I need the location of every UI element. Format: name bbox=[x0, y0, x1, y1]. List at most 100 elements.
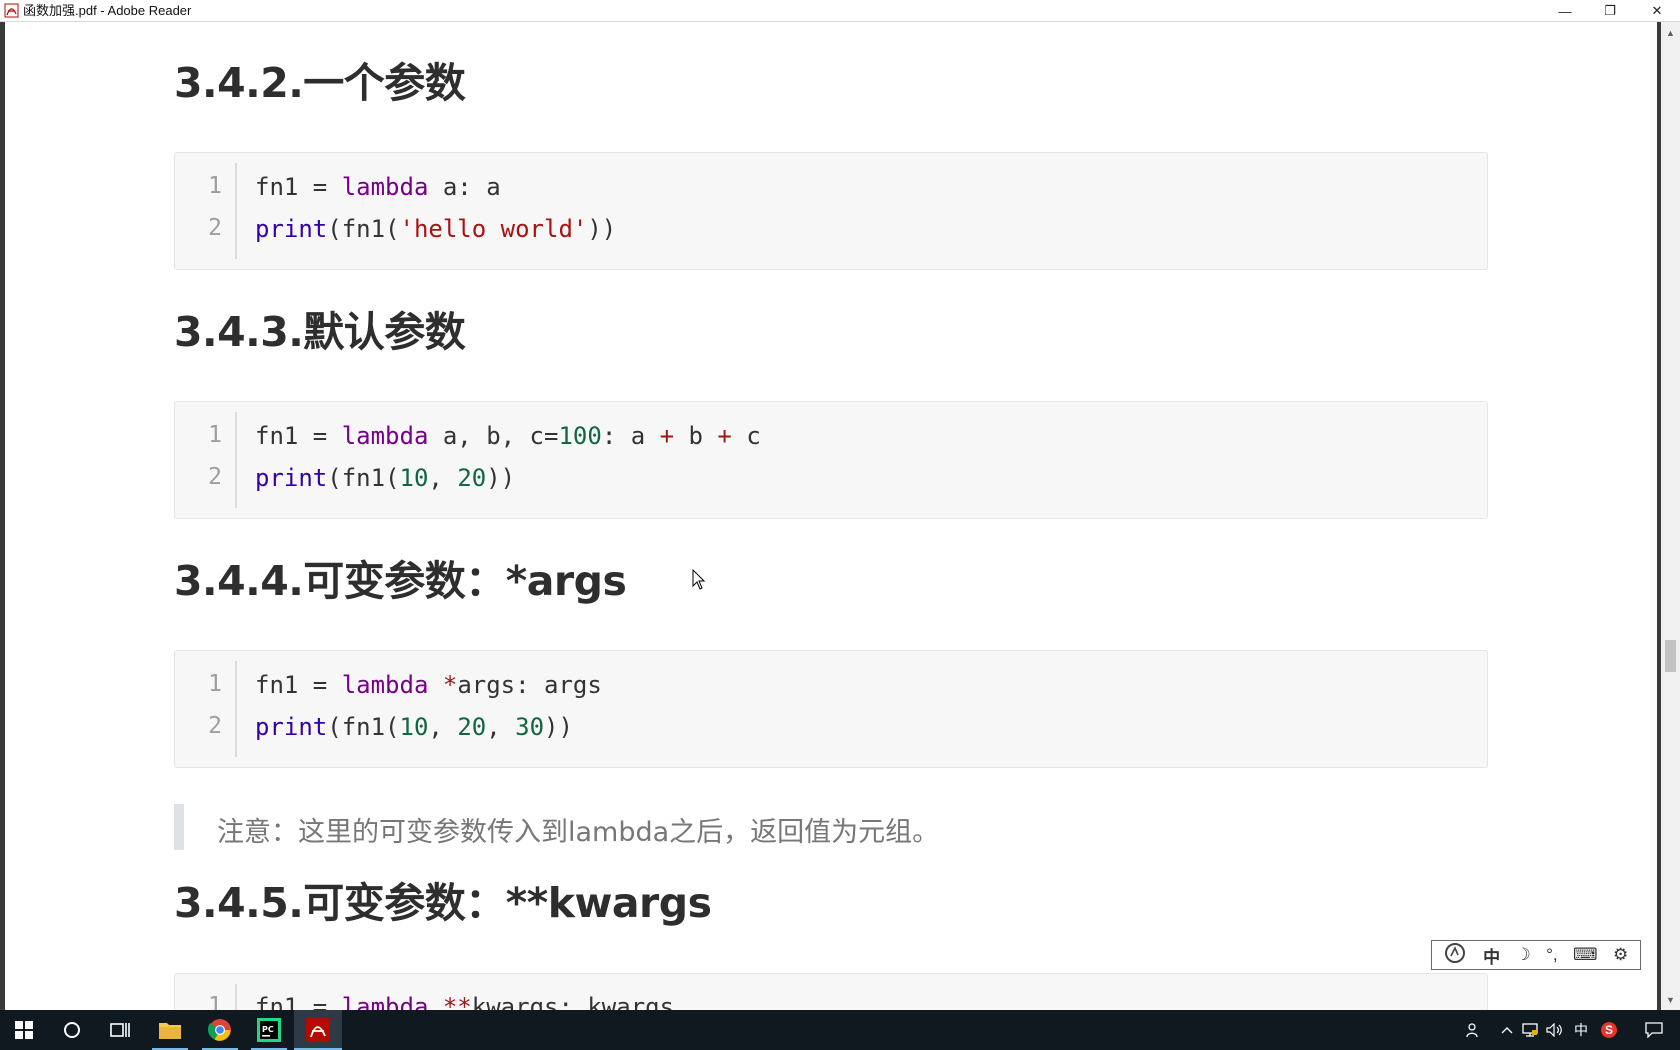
code-token: b bbox=[674, 422, 718, 450]
network-icon[interactable] bbox=[1519, 1010, 1541, 1050]
sogou-ime-icon[interactable]: S bbox=[1597, 1010, 1621, 1050]
ime-logo-icon[interactable] bbox=[1444, 942, 1468, 969]
code-token: : a bbox=[601, 422, 660, 450]
gutter-divider bbox=[235, 163, 237, 259]
vertical-scrollbar[interactable]: ▲ ▼ bbox=[1661, 22, 1680, 1010]
heading-3-4-2: 3.4.2.一个参数 bbox=[174, 59, 466, 107]
code-block[interactable]: 1 fn1 = lambda a, b, c=100: a + b + c 2 … bbox=[174, 401, 1488, 519]
code-token: * bbox=[442, 671, 458, 699]
line-number: 2 bbox=[208, 713, 222, 739]
code-token: kwargs: kwargs bbox=[471, 993, 675, 1010]
code-token: 20 bbox=[457, 713, 487, 741]
chrome-icon bbox=[208, 1019, 231, 1041]
ime-mode-toggle[interactable]: 中 bbox=[1483, 943, 1500, 968]
mouse-cursor-icon bbox=[692, 569, 706, 590]
moon-icon[interactable]: ☽ bbox=[1515, 945, 1530, 965]
punctuation-toggle[interactable]: °, bbox=[1546, 945, 1558, 965]
code-block[interactable]: 1 fn1 = lambda *args: args 2 print(fn1(1… bbox=[174, 650, 1488, 768]
code-token: )) bbox=[587, 215, 617, 243]
page-shadow-left bbox=[0, 22, 5, 1010]
code-token: a, b, c= bbox=[428, 422, 559, 450]
taskbar-file-explorer[interactable] bbox=[146, 1010, 194, 1050]
title-bar: 函数加强.pdf - Adobe Reader — ❐ ✕ bbox=[0, 0, 1680, 22]
code-token: 'hello world' bbox=[399, 215, 588, 243]
heading-3-4-5: 3.4.5.可变参数：**kwargs bbox=[174, 879, 712, 927]
document-viewport[interactable]: 3.4.2.一个参数 1 fn1 = lambda a: a 2 print(f… bbox=[0, 22, 1680, 1010]
scroll-up-arrow[interactable]: ▲ bbox=[1661, 24, 1680, 41]
taskbar-chrome[interactable] bbox=[196, 1010, 244, 1050]
input-language-indicator[interactable]: 中 bbox=[1570, 1010, 1592, 1050]
code-line: fn1 = lambda a: a bbox=[255, 173, 501, 201]
code-token: )) bbox=[486, 464, 516, 492]
windows-logo-icon bbox=[15, 1021, 33, 1039]
heading-3-4-4: 3.4.4.可变参数：*args bbox=[174, 557, 627, 605]
code-token: fn1 = bbox=[255, 422, 342, 450]
code-token: (fn1( bbox=[327, 215, 400, 243]
code-token: + bbox=[717, 422, 732, 450]
code-token: , bbox=[486, 713, 516, 741]
line-gutter bbox=[175, 153, 236, 269]
minimize-button[interactable]: — bbox=[1542, 0, 1588, 22]
code-token: print bbox=[255, 215, 328, 243]
volume-icon[interactable] bbox=[1544, 1010, 1566, 1050]
task-view-button[interactable] bbox=[96, 1010, 144, 1050]
task-view-icon bbox=[110, 1023, 130, 1037]
taskbar-pycharm[interactable]: PC bbox=[245, 1010, 293, 1050]
svg-text:PC: PC bbox=[262, 1025, 274, 1034]
code-line: print(fn1(10, 20, 30)) bbox=[255, 713, 573, 741]
code-token: print bbox=[255, 713, 328, 741]
code-token: print bbox=[255, 464, 328, 492]
code-line: fn1 = lambda **kwargs: kwargs bbox=[255, 993, 674, 1010]
ime-toolbar[interactable]: 中 ☽ °, ⌨ ⚙ bbox=[1431, 940, 1641, 970]
adobe-reader-icon bbox=[4, 3, 19, 18]
line-number: 1 bbox=[208, 422, 222, 448]
code-token: )) bbox=[544, 713, 573, 741]
code-token: 10 bbox=[399, 713, 429, 741]
code-line: fn1 = lambda *args: args bbox=[255, 671, 602, 699]
adobe-reader-taskbar-icon bbox=[306, 1018, 330, 1042]
code-token: a: a bbox=[428, 173, 501, 201]
pycharm-icon: PC bbox=[257, 1018, 281, 1042]
folder-icon bbox=[159, 1023, 181, 1039]
gutter-divider bbox=[235, 661, 237, 757]
cortana-circle-icon bbox=[64, 1022, 80, 1038]
code-token: 30 bbox=[515, 713, 545, 741]
sogou-s-label: S bbox=[1601, 1022, 1617, 1038]
restore-button[interactable]: ❐ bbox=[1587, 0, 1633, 22]
code-token: lambda bbox=[341, 671, 429, 699]
code-token: lambda bbox=[341, 173, 429, 201]
settings-gear-icon[interactable]: ⚙ bbox=[1613, 945, 1628, 965]
line-number: 1 bbox=[208, 993, 222, 1010]
code-token: + bbox=[659, 422, 675, 450]
line-number: 2 bbox=[208, 215, 222, 241]
window-title: 函数加强.pdf - Adobe Reader bbox=[23, 3, 192, 18]
scroll-thumb[interactable] bbox=[1665, 640, 1676, 672]
code-block[interactable]: 1 fn1 = lambda **kwargs: kwargs bbox=[174, 973, 1488, 1010]
scroll-down-arrow[interactable]: ▼ bbox=[1661, 991, 1680, 1008]
code-token: 20 bbox=[457, 464, 487, 492]
line-number: 2 bbox=[208, 464, 222, 490]
code-token: fn1 = bbox=[255, 993, 342, 1010]
code-token: lambda bbox=[341, 993, 429, 1010]
tray-overflow-chevron-icon[interactable] bbox=[1497, 1010, 1517, 1050]
code-token: fn1 = bbox=[255, 671, 342, 699]
code-line: fn1 = lambda a, b, c=100: a + b + c bbox=[255, 422, 761, 450]
code-block[interactable]: 1 fn1 = lambda a: a 2 print(fn1('hello w… bbox=[174, 152, 1488, 270]
people-icon[interactable] bbox=[1461, 1010, 1487, 1050]
code-token: , bbox=[428, 713, 458, 741]
line-number: 1 bbox=[208, 173, 222, 199]
note-text: 注意：这里的可变参数传入到lambda之后，返回值为元组。 bbox=[217, 817, 940, 848]
code-token: 10 bbox=[399, 464, 429, 492]
start-button[interactable] bbox=[0, 1010, 48, 1050]
action-center-icon[interactable] bbox=[1634, 1010, 1674, 1050]
code-line: print(fn1(10, 20)) bbox=[255, 464, 515, 492]
code-token: ** bbox=[442, 993, 472, 1010]
search-button[interactable] bbox=[48, 1010, 96, 1050]
blockquote-bar bbox=[174, 804, 184, 850]
keyboard-icon[interactable]: ⌨ bbox=[1573, 945, 1598, 965]
taskbar-adobe-reader[interactable] bbox=[294, 1010, 342, 1050]
code-token: (fn1( bbox=[327, 713, 400, 741]
close-button[interactable]: ✕ bbox=[1634, 0, 1680, 22]
